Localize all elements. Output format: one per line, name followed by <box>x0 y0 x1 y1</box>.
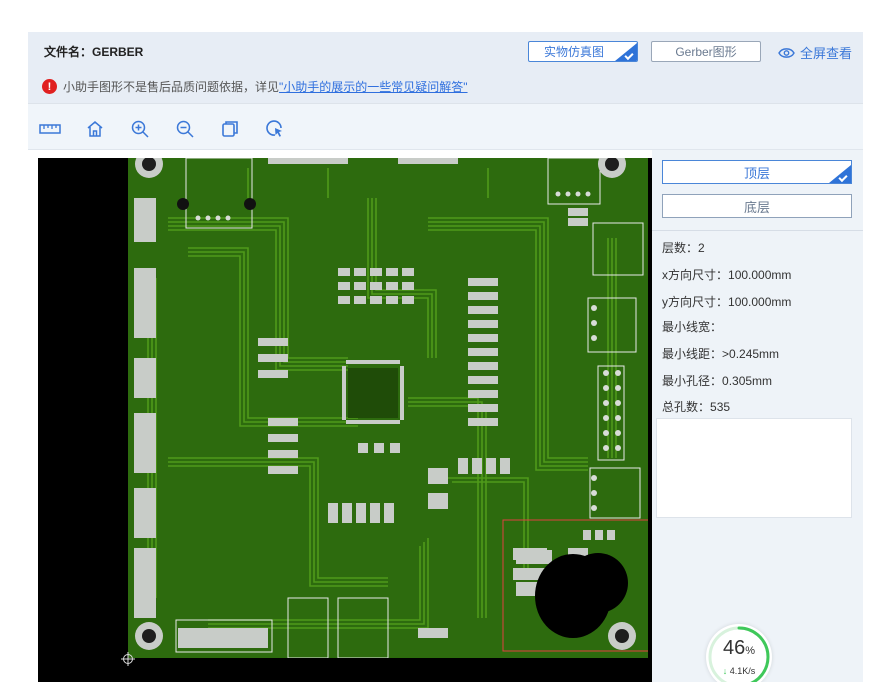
fullscreen-label: 全屏查看 <box>800 46 853 61</box>
speed-percent: 46% <box>722 637 756 659</box>
speed-rate: ↓ 4.1K/s <box>722 666 756 676</box>
file-name: 文件名：GERBER <box>44 45 144 59</box>
side-divider <box>652 230 863 231</box>
pointer-refresh-icon[interactable] <box>264 118 286 140</box>
warning-icon: ! <box>42 79 57 94</box>
selected-check-icon <box>829 165 851 183</box>
notice-text: 小助手图形不是售后品质问题依据，详见 <box>63 80 280 94</box>
zoom-in-icon[interactable] <box>129 118 151 140</box>
info-hole-count: 总孔数：535 <box>662 400 731 414</box>
faq-link[interactable]: "小助手的展示的一些常见疑问解答" <box>279 78 468 95</box>
top-layer-button[interactable]: 顶层 <box>662 160 852 184</box>
viewer-toolbar <box>28 104 863 150</box>
selected-check-icon <box>615 43 637 61</box>
download-arrow-icon: ↓ <box>722 666 728 676</box>
simulation-view-button[interactable]: 实物仿真图 <box>528 41 638 62</box>
simulation-view-label: 实物仿真图 <box>543 45 604 59</box>
gerber-view-label: Gerber图形 <box>675 45 737 59</box>
pcb-board <box>128 158 652 659</box>
fullscreen-button[interactable]: 全屏查看 <box>778 43 852 62</box>
info-box <box>656 418 852 518</box>
info-min-hole: 最小孔径：0.305mm <box>662 374 773 388</box>
bottom-layer-label: 底层 <box>743 199 770 215</box>
home-icon[interactable] <box>84 118 106 140</box>
bottom-layer-button[interactable]: 底层 <box>662 194 852 218</box>
notice-bar: ! 小助手图形不是售后品质问题依据，详见 "小助手的展示的一些常见疑问解答" <box>42 78 468 95</box>
pcb-artwork <box>128 158 652 659</box>
info-y-size: y方向尺寸：100.000mm <box>662 295 792 309</box>
ruler-icon[interactable] <box>39 118 61 140</box>
info-x-size: x方向尺寸：100.000mm <box>662 268 792 282</box>
side-panel: 顶层 底层 层数：2 x方向尺寸：100.000mm y方向尺寸：100.000… <box>652 150 863 682</box>
pcb-viewer[interactable] <box>38 158 652 682</box>
gerber-view-button[interactable]: Gerber图形 <box>651 41 761 62</box>
info-min-spacing: 最小线距：>0.245mm <box>662 347 780 361</box>
info-min-trace-width: 最小线宽： <box>662 320 723 334</box>
eye-icon <box>778 47 795 58</box>
top-layer-label: 顶层 <box>743 165 770 181</box>
zoom-out-icon[interactable] <box>174 118 196 140</box>
crosshair-icon <box>121 652 135 666</box>
copy-icon[interactable] <box>219 118 241 140</box>
info-layer-count: 层数：2 <box>662 241 705 255</box>
file-header: 文件名：GERBER 实物仿真图 Gerber图形 全屏查看 ! 小助手图形不是… <box>28 32 863 104</box>
speed-widget: 46% ↓ 4.1K/s <box>706 624 772 682</box>
